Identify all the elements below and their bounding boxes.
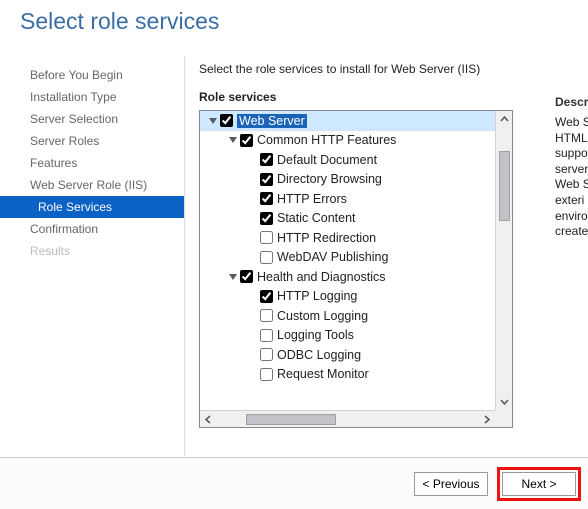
sidebar-item-label: Web Server Role (IIS) <box>30 178 147 192</box>
tree-node-label: Request Monitor <box>277 367 369 381</box>
tree-checkbox[interactable] <box>260 173 273 186</box>
sidebar-item-label: Server Roles <box>30 134 99 148</box>
sidebar-item-installation-type[interactable]: Installation Type <box>0 86 184 108</box>
tree-node-label: ODBC Logging <box>277 348 361 362</box>
sidebar-item-label: Role Services <box>38 200 112 214</box>
tree-node[interactable]: HTTP Errors <box>200 189 495 209</box>
sidebar-item-server-roles[interactable]: Server Roles <box>0 130 184 152</box>
description-text: Web SHTMLsupposerverWeb Sexterienvirocre… <box>555 115 588 240</box>
sidebar-item-features[interactable]: Features <box>0 152 184 174</box>
tree-checkbox[interactable] <box>260 153 273 166</box>
tree-node-label: HTTP Logging <box>277 289 357 303</box>
sidebar-item-label: Installation Type <box>30 90 117 104</box>
tree-node[interactable]: Static Content <box>200 209 495 229</box>
sidebar-item-results: Results <box>0 240 184 262</box>
tree-node-label: Web Server <box>237 114 307 128</box>
tree-node[interactable]: Health and Diagnostics <box>200 267 495 287</box>
role-services-tree[interactable]: Web Server Common HTTP Features Default Do… <box>199 110 513 428</box>
tree-checkbox[interactable] <box>240 270 253 283</box>
tree-node-label: Directory Browsing <box>277 172 382 186</box>
tree-node[interactable]: Common HTTP Features <box>200 131 495 151</box>
tree-node[interactable]: HTTP Logging <box>200 287 495 307</box>
sidebar-item-label: Results <box>30 244 70 258</box>
scroll-right-icon[interactable] <box>479 412 495 427</box>
tree-checkbox[interactable] <box>240 134 253 147</box>
vertical-scrollbar[interactable] <box>495 111 512 410</box>
expand-collapse-icon[interactable] <box>226 135 240 145</box>
tree-checkbox[interactable] <box>260 290 273 303</box>
sidebar-item-label: Before You Begin <box>30 68 123 82</box>
sidebar-item-role-services[interactable]: Role Services <box>0 196 184 218</box>
tree-node-label: Static Content <box>277 211 356 225</box>
tree-node-label: Default Document <box>277 153 377 167</box>
wizard-sidebar: Before You Begin Installation Type Server … <box>0 56 185 456</box>
scroll-thumb-h[interactable] <box>246 414 336 425</box>
tree-node-label: WebDAV Publishing <box>277 250 388 264</box>
tree-node-label: Health and Diagnostics <box>257 270 386 284</box>
tree-node-label: HTTP Errors <box>277 192 347 206</box>
previous-button[interactable]: < Previous <box>414 472 488 496</box>
sidebar-item-web-server-role-iis-[interactable]: Web Server Role (IIS) <box>0 174 184 196</box>
tree-node[interactable]: HTTP Redirection <box>200 228 495 248</box>
tree-node-label: Common HTTP Features <box>257 133 396 147</box>
tree-checkbox[interactable] <box>260 368 273 381</box>
scroll-thumb-v[interactable] <box>499 151 510 221</box>
scroll-up-icon[interactable] <box>497 111 512 127</box>
tree-node[interactable]: Default Document <box>200 150 495 170</box>
sidebar-item-before-you-begin[interactable]: Before You Begin <box>0 64 184 86</box>
scroll-corner <box>495 410 512 427</box>
tree-checkbox[interactable] <box>260 329 273 342</box>
scroll-left-icon[interactable] <box>200 412 216 427</box>
expand-collapse-icon[interactable] <box>206 116 220 126</box>
instruction-text: Select the role services to install for … <box>199 62 588 76</box>
next-button[interactable]: Next > <box>502 472 576 496</box>
tree-checkbox[interactable] <box>260 348 273 361</box>
tree-checkbox[interactable] <box>220 114 233 127</box>
wizard-title: Select role services <box>20 8 219 35</box>
tree-node[interactable]: Web Server <box>200 111 495 131</box>
sidebar-item-label: Features <box>30 156 77 170</box>
wizard-footer: < Previous Next > <box>0 457 588 509</box>
tree-node-label: Custom Logging <box>277 309 368 323</box>
sidebar-item-confirmation[interactable]: Confirmation <box>0 218 184 240</box>
sidebar-item-label: Confirmation <box>30 222 98 236</box>
expand-collapse-icon[interactable] <box>226 272 240 282</box>
tree-node[interactable]: Custom Logging <box>200 306 495 326</box>
tree-checkbox[interactable] <box>260 251 273 264</box>
horizontal-scrollbar[interactable] <box>200 410 495 427</box>
tree-checkbox[interactable] <box>260 192 273 205</box>
tree-node[interactable]: WebDAV Publishing <box>200 248 495 268</box>
tree-checkbox[interactable] <box>260 309 273 322</box>
tree-node[interactable]: ODBC Logging <box>200 345 495 365</box>
description-heading: Descr <box>555 95 588 109</box>
tree-node[interactable]: Logging Tools <box>200 326 495 346</box>
sidebar-item-label: Server Selection <box>30 112 118 126</box>
tree-checkbox[interactable] <box>260 212 273 225</box>
tree-node[interactable]: Directory Browsing <box>200 170 495 190</box>
tree-node-label: Logging Tools <box>277 328 354 342</box>
tree-node-label: HTTP Redirection <box>277 231 376 245</box>
tree-node[interactable]: Request Monitor <box>200 365 495 385</box>
tree-checkbox[interactable] <box>260 231 273 244</box>
sidebar-item-server-selection[interactable]: Server Selection <box>0 108 184 130</box>
role-services-label: Role services <box>199 90 588 104</box>
scroll-down-icon[interactable] <box>497 394 512 410</box>
